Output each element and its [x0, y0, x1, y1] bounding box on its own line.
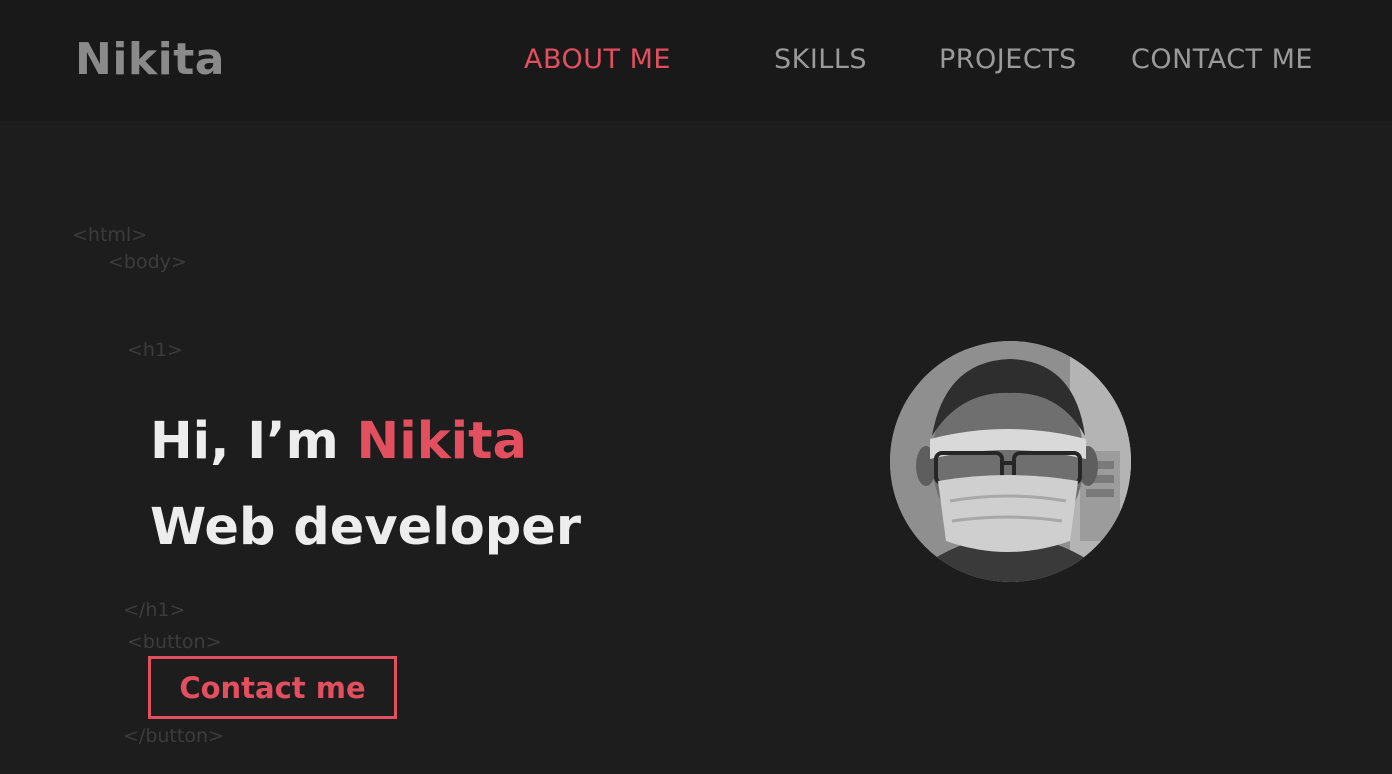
code-tag-html-open: <html> — [72, 224, 148, 246]
nav-about-me[interactable]: ABOUT ME — [524, 44, 671, 75]
code-tag-h1-close: </h1> — [123, 599, 186, 621]
site-header: Nikita ABOUT ME SKILLS PROJECTS CONTACT … — [0, 0, 1392, 121]
greeting-text: Hi, I’m — [150, 412, 357, 471]
nav-projects[interactable]: PROJECTS — [939, 44, 1077, 75]
avatar — [890, 341, 1131, 582]
hero-greeting: Hi, I’m Nikita — [150, 412, 527, 471]
profile-photo-icon — [890, 341, 1131, 582]
code-tag-body-open: <body> — [108, 251, 187, 273]
page: Nikita ABOUT ME SKILLS PROJECTS CONTACT … — [0, 0, 1392, 774]
nav-skills[interactable]: SKILLS — [774, 44, 867, 75]
nav-contact-me[interactable]: CONTACT ME — [1131, 44, 1313, 75]
contact-me-button[interactable]: Contact me — [148, 656, 397, 719]
hero-name: Nikita — [356, 412, 527, 471]
code-tag-button-close: </button> — [123, 725, 224, 747]
hero-role: Web developer — [150, 498, 581, 557]
code-tag-button-open: <button> — [127, 631, 222, 653]
code-tag-h1-open: <h1> — [127, 339, 183, 361]
site-logo[interactable]: Nikita — [75, 34, 225, 85]
